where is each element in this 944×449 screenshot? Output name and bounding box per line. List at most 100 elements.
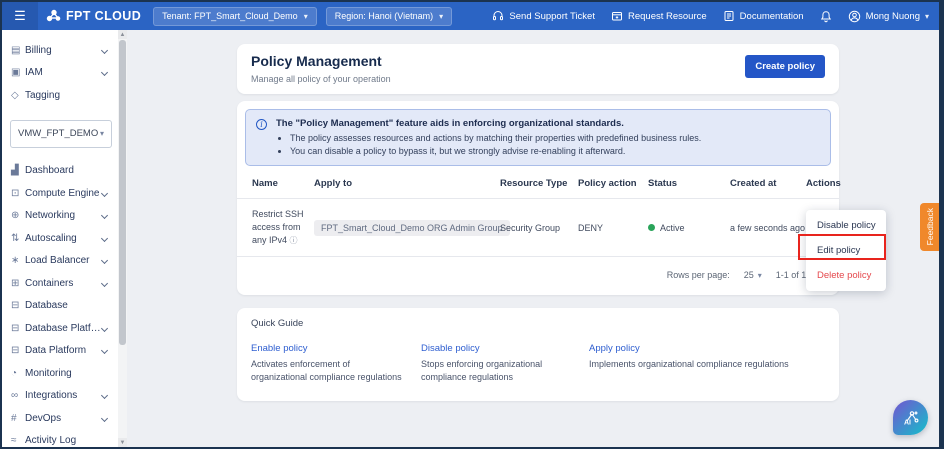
table-header-row: Name Apply to Resource Type Policy actio… <box>237 178 841 199</box>
create-policy-button[interactable]: Create policy <box>745 55 825 78</box>
request-resource-link[interactable]: Request Resource <box>611 10 707 22</box>
iam-icon: ▣ <box>11 67 21 79</box>
info-panel-title: The "Policy Management" feature aids in … <box>276 118 624 129</box>
cell-status: Active <box>648 223 730 233</box>
sidebar-item-iam[interactable]: ▣ IAM <box>2 62 118 85</box>
database-platform-icon: ⊟ <box>11 322 20 334</box>
notifications-button[interactable] <box>820 10 832 23</box>
fpt-molecule-icon <box>46 9 61 23</box>
top-navbar: ☰ FPT CLOUD Tenant: FPT_Smart_Cloud_Demo… <box>2 2 939 30</box>
tenant-dropdown[interactable]: Tenant: FPT_Smart_Cloud_Demo ▾ <box>153 6 317 26</box>
page-header-card: Policy Management Manage all policy of y… <box>237 44 839 94</box>
sidebar: ▤ Billing ▣ IAM ◇ Tagging VMW_FPT_DEMO ▾… <box>2 30 127 447</box>
sidebar-item-database-platform[interactable]: ⊟ Database Platform <box>2 317 118 340</box>
pagination-range: 1-1 of 1 <box>775 270 807 281</box>
status-active-dot <box>648 224 655 232</box>
disable-policy-link[interactable]: Disable policy <box>421 343 589 354</box>
sidebar-item-compute-engine[interactable]: ⊡ Compute Engine <box>2 182 118 205</box>
sidebar-item-dashboard[interactable]: ▟ Dashboard <box>2 160 118 183</box>
column-header-apply-to: Apply to <box>314 178 352 189</box>
enable-policy-link[interactable]: Enable policy <box>251 343 421 354</box>
brand-text: FPT CLOUD <box>66 9 142 23</box>
guide-enable-policy: Enable policy Activates enforcement of o… <box>251 343 421 383</box>
sidebar-item-billing[interactable]: ▤ Billing <box>2 39 118 62</box>
chevron-down-icon: ▾ <box>99 129 104 138</box>
request-resource-icon <box>611 10 623 22</box>
scroll-up-icon[interactable]: ▲ <box>118 30 127 39</box>
policy-table: Name Apply to Resource Type Policy actio… <box>237 178 841 258</box>
sidebar-item-load-balancer[interactable]: ∗ Load Balancer <box>2 250 118 273</box>
documentation-icon <box>723 10 735 22</box>
sidebar-item-integrations[interactable]: ∞ Integrations <box>2 385 118 408</box>
bell-icon <box>820 10 832 23</box>
chevron-down-icon <box>100 324 109 332</box>
feedback-tab[interactable]: Feedback <box>920 203 939 251</box>
sidebar-scrollbar[interactable]: ▲ ▼ <box>118 30 127 447</box>
chevron-down-icon: ▾ <box>924 11 929 21</box>
chevron-down-icon <box>100 212 109 220</box>
compute-engine-icon: ⊡ <box>11 187 20 199</box>
cell-policy-action: DENY <box>578 222 604 233</box>
ai-molecule-icon: AI <box>904 410 918 426</box>
guide-disable-policy: Disable policy Stops enforcing organizat… <box>421 343 589 383</box>
activity-log-icon: ≈ <box>11 435 17 447</box>
info-icon[interactable]: ⓘ <box>290 236 298 245</box>
info-panel: i The "Policy Management" feature aids i… <box>245 109 831 166</box>
page-title: Policy Management <box>251 53 382 69</box>
dashboard-icon: ▟ <box>11 165 19 177</box>
scrollbar-thumb[interactable] <box>119 40 126 345</box>
chevron-down-icon <box>100 189 109 197</box>
info-bullet: The policy assesses resources and action… <box>290 133 820 143</box>
devops-icon: # <box>11 412 17 424</box>
sidebar-item-devops[interactable]: # DevOps <box>2 407 118 430</box>
sidebar-item-data-platform[interactable]: ⊟ Data Platform <box>2 340 118 363</box>
status-badge: Active <box>660 222 685 233</box>
sidebar-item-activity-log[interactable]: ≈ Activity Log <box>2 430 118 448</box>
rows-per-page-select[interactable]: 25 ▾ <box>744 270 762 280</box>
column-header-status: Status <box>648 178 678 189</box>
column-header-resource-type: Resource Type <box>500 178 568 189</box>
support-ticket-label: Send Support Ticket <box>509 10 595 22</box>
networking-icon: ⊕ <box>11 210 20 222</box>
cell-created-at: a few seconds ago <box>730 222 806 233</box>
tag-icon: ◇ <box>11 89 19 101</box>
sidebar-item-autoscaling[interactable]: ⇅ Autoscaling <box>2 227 118 250</box>
guide-apply-policy: Apply policy Implements organizational c… <box>589 343 825 383</box>
row-actions-menu: Disable policy Edit policy Delete policy <box>806 210 886 291</box>
page-subtitle: Manage all policy of your operation <box>251 74 391 84</box>
menu-item-delete-policy[interactable]: Delete policy <box>806 263 886 288</box>
table-row[interactable]: Restrict SSH access from any IPv4 ⓘ FPT_… <box>237 199 839 258</box>
apply-policy-link[interactable]: Apply policy <box>589 343 825 354</box>
user-menu[interactable]: Mong Nuong ▾ <box>848 10 929 23</box>
sidebar-item-monitoring[interactable]: ◔ Monitoring <box>2 362 118 385</box>
chevron-down-icon <box>100 392 109 400</box>
menu-item-edit-policy[interactable]: Edit policy <box>806 238 886 263</box>
scroll-down-icon[interactable]: ▼ <box>118 438 127 447</box>
autoscaling-icon: ⇅ <box>11 232 20 244</box>
project-select[interactable]: VMW_FPT_DEMO ▾ <box>10 119 112 148</box>
load-balancer-icon: ∗ <box>11 255 20 267</box>
tenant-label: Tenant: FPT_Smart_Cloud_Demo <box>162 11 298 21</box>
sidebar-item-database[interactable]: ⊟ Database <box>2 295 118 318</box>
containers-icon: ⊞ <box>11 277 20 289</box>
documentation-link[interactable]: Documentation <box>723 10 804 22</box>
send-support-ticket-link[interactable]: Send Support Ticket <box>492 10 595 22</box>
sidebar-item-tagging[interactable]: ◇ Tagging <box>2 84 118 107</box>
info-bullet: You can disable a policy to bypass it, b… <box>290 146 820 156</box>
sidebar-item-containers[interactable]: ⊞ Containers <box>2 272 118 295</box>
integrations-icon: ∞ <box>11 390 19 402</box>
hamburger-menu-button[interactable]: ☰ <box>2 2 38 30</box>
chevron-down-icon: ▾ <box>757 270 762 280</box>
chevron-down-icon <box>100 347 109 355</box>
info-icon: i <box>256 119 267 130</box>
region-dropdown[interactable]: Region: Hanoi (Vietnam) ▾ <box>325 6 453 26</box>
cell-resource-type: Security Group <box>500 222 561 233</box>
menu-item-disable-policy[interactable]: Disable policy <box>806 213 886 238</box>
fpt-cloud-logo[interactable]: FPT CLOUD <box>46 9 141 23</box>
sidebar-item-networking[interactable]: ⊕ Networking <box>2 205 118 228</box>
database-icon: ⊟ <box>11 300 20 312</box>
chevron-down-icon <box>100 279 109 287</box>
quick-guide-card: Quick Guide Enable policy Activates enfo… <box>237 308 839 402</box>
chevron-down-icon: ▾ <box>439 11 444 21</box>
ai-assistant-button[interactable]: AI <box>893 400 928 435</box>
